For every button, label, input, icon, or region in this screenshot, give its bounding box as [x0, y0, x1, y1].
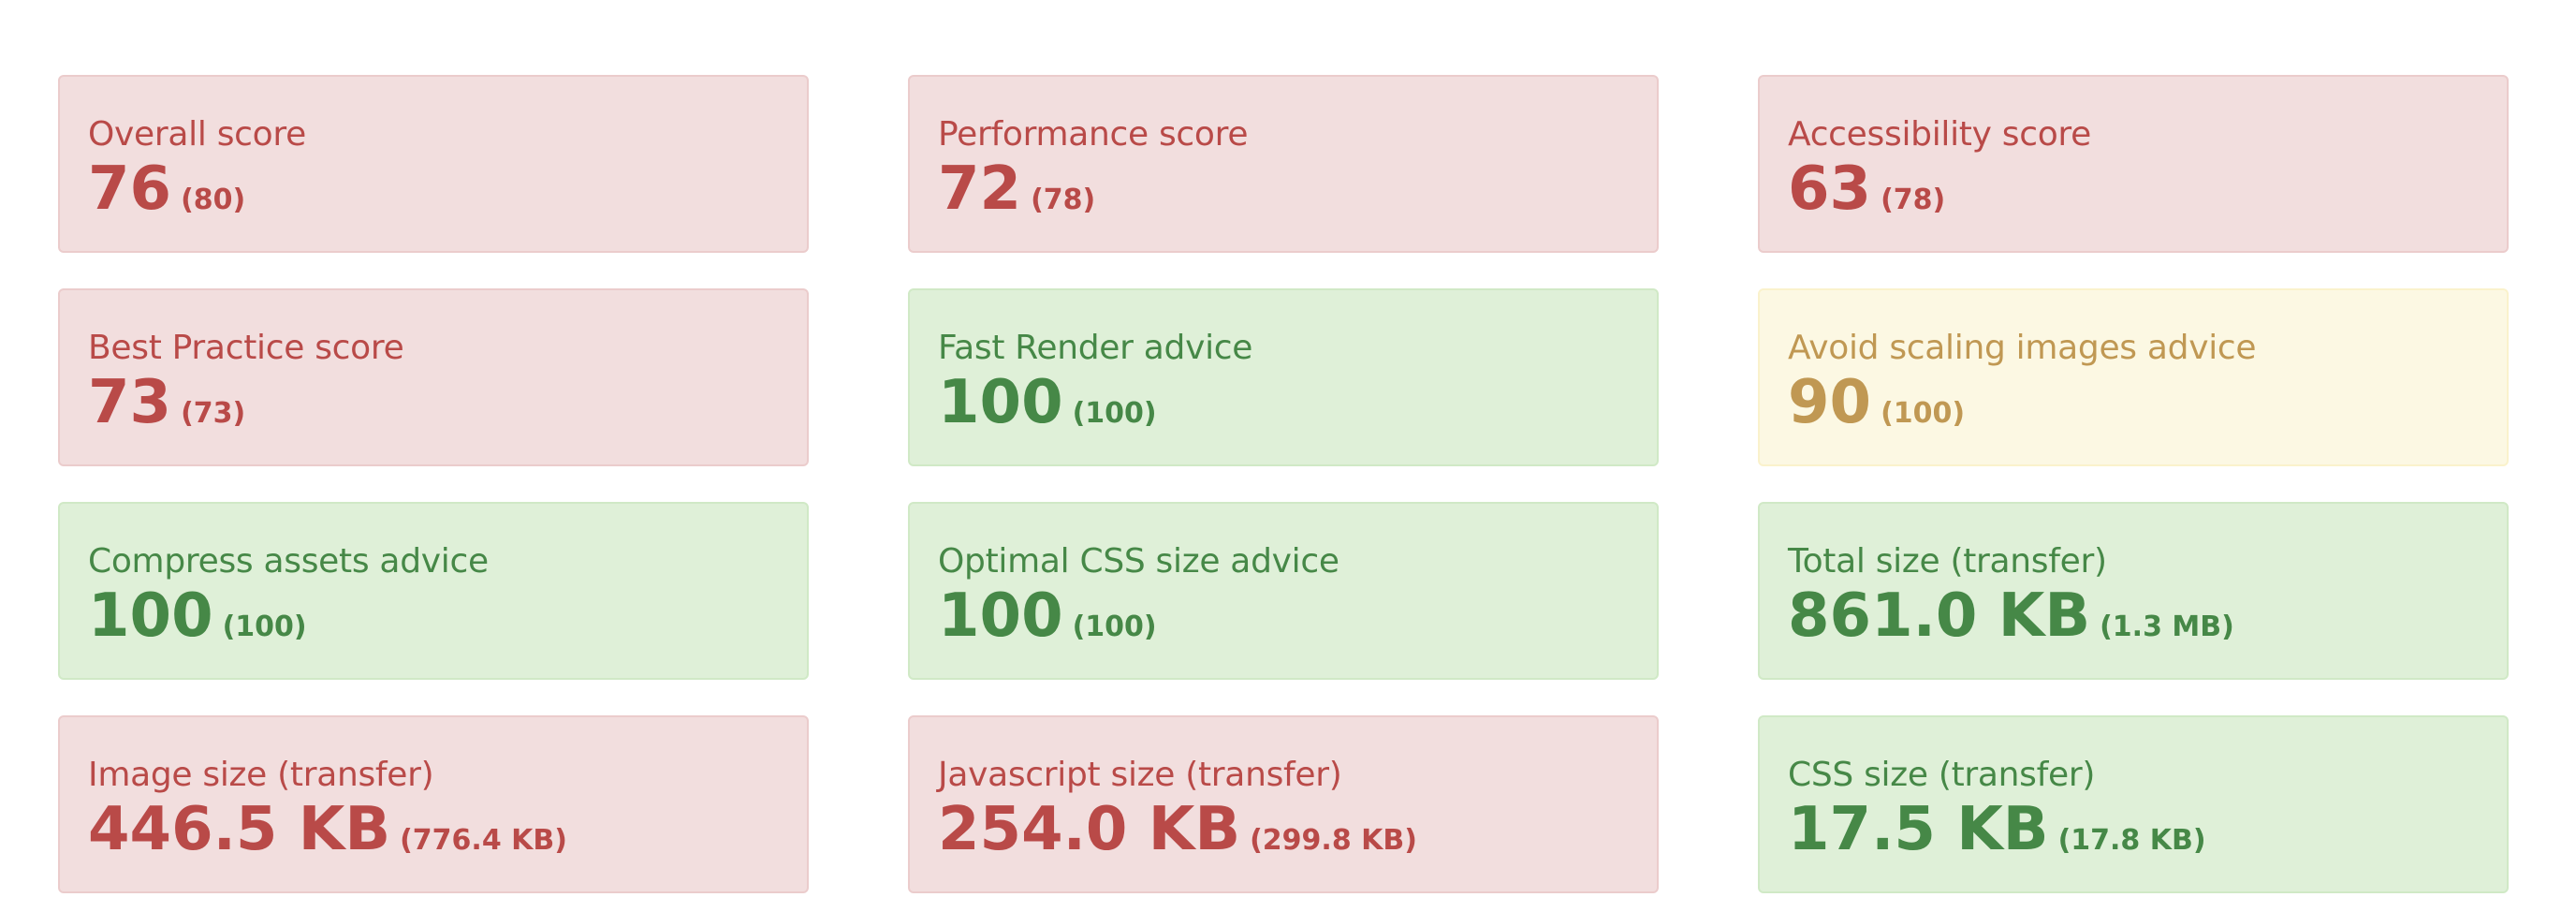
metric-value-row: 100 (100) — [938, 582, 1629, 665]
metric-value: 446.5 KB — [88, 795, 391, 864]
metric-card-javascript-size-transfer: Javascript size (transfer) 254.0 KB (299.… — [908, 715, 1659, 893]
metric-card-best-practice-score: Best Practice score 73 (73) — [58, 288, 809, 466]
metric-card-performance-score: Performance score 72 (78) — [908, 75, 1659, 253]
metric-value-row: 861.0 KB (1.3 MB) — [1788, 582, 2479, 665]
metrics-grid: Overall score 76 (80) Performance score 7… — [58, 75, 2509, 893]
metric-card-optimal-css-size-advice: Optimal CSS size advice 100 (100) — [908, 502, 1659, 680]
metric-reference-value: (776.4 KB) — [400, 824, 567, 857]
metric-title: Image size (transfer) — [88, 756, 434, 794]
metric-value-row: 76 (80) — [88, 155, 779, 238]
metric-value: 100 — [88, 581, 213, 651]
metric-reference-value: (100) — [222, 610, 307, 643]
metric-value: 254.0 KB — [938, 795, 1241, 864]
metric-card-overall-score: Overall score 76 (80) — [58, 75, 809, 253]
metric-reference-value: (100) — [1072, 397, 1157, 430]
metric-card-total-size-transfer: Total size (transfer) 861.0 KB (1.3 MB) — [1758, 502, 2509, 680]
metric-value: 100 — [938, 581, 1063, 651]
metric-reference-value: (100) — [1072, 610, 1157, 643]
metric-title: CSS size (transfer) — [1788, 756, 2096, 794]
metric-value: 100 — [938, 368, 1063, 437]
metric-title: Fast Render advice — [938, 329, 1253, 367]
metric-value-row: 63 (78) — [1788, 155, 2479, 238]
metric-value: 76 — [88, 154, 172, 224]
metric-reference-value: (1.3 MB) — [2100, 610, 2234, 643]
metric-card-image-size-transfer: Image size (transfer) 446.5 KB (776.4 KB) — [58, 715, 809, 893]
metric-title: Optimal CSS size advice — [938, 542, 1339, 581]
metric-title: Accessibility score — [1788, 115, 2091, 154]
metric-reference-value: (80) — [181, 184, 246, 216]
metric-reference-value: (299.8 KB) — [1250, 824, 1417, 857]
metric-title: Compress assets advice — [88, 542, 489, 581]
metric-title: Avoid scaling images advice — [1788, 329, 2257, 367]
metric-value-row: 17.5 KB (17.8 KB) — [1788, 796, 2479, 878]
metric-reference-value: (78) — [1031, 184, 1096, 216]
metric-value: 73 — [88, 368, 172, 437]
metric-value: 90 — [1788, 368, 1872, 437]
metric-card-avoid-scaling-images-advice: Avoid scaling images advice 90 (100) — [1758, 288, 2509, 466]
metric-reference-value: (78) — [1881, 184, 1946, 216]
metric-value: 72 — [938, 154, 1022, 224]
metric-title: Best Practice score — [88, 329, 404, 367]
metric-title: Javascript size (transfer) — [938, 756, 1342, 794]
metric-title: Total size (transfer) — [1788, 542, 2107, 581]
metric-value-row: 73 (73) — [88, 369, 779, 451]
metric-card-compress-assets-advice: Compress assets advice 100 (100) — [58, 502, 809, 680]
metric-value: 17.5 KB — [1788, 795, 2049, 864]
metric-value-row: 72 (78) — [938, 155, 1629, 238]
metric-reference-value: (100) — [1881, 397, 1966, 430]
metric-value-row: 100 (100) — [938, 369, 1629, 451]
metric-card-css-size-transfer: CSS size (transfer) 17.5 KB (17.8 KB) — [1758, 715, 2509, 893]
metric-value: 861.0 KB — [1788, 581, 2091, 651]
metric-value-row: 100 (100) — [88, 582, 779, 665]
metric-title: Overall score — [88, 115, 306, 154]
metric-title: Performance score — [938, 115, 1249, 154]
metric-card-fast-render-advice: Fast Render advice 100 (100) — [908, 288, 1659, 466]
metric-value-row: 90 (100) — [1788, 369, 2479, 451]
metric-value: 63 — [1788, 154, 1872, 224]
metric-value-row: 254.0 KB (299.8 KB) — [938, 796, 1629, 878]
metric-value-row: 446.5 KB (776.4 KB) — [88, 796, 779, 878]
metric-card-accessibility-score: Accessibility score 63 (78) — [1758, 75, 2509, 253]
metric-reference-value: (17.8 KB) — [2057, 824, 2206, 857]
metric-reference-value: (73) — [181, 397, 246, 430]
